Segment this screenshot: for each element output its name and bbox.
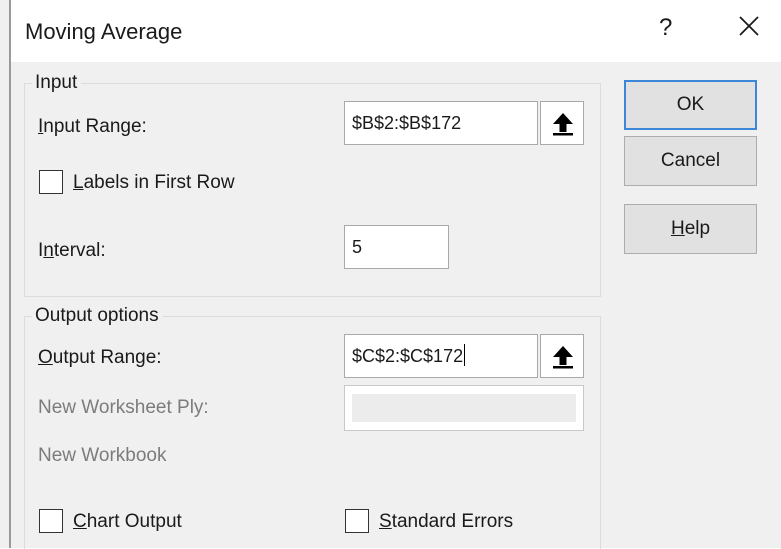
- close-icon[interactable]: [737, 14, 761, 38]
- output-range-selector-button[interactable]: [540, 334, 584, 378]
- new-workbook-label[interactable]: New Workbook: [38, 445, 166, 467]
- help-icon[interactable]: ?: [659, 14, 672, 42]
- dialog-title: Moving Average: [25, 19, 183, 44]
- title-bar: Moving Average ?: [11, 0, 781, 62]
- input-group-label: Input: [32, 72, 82, 94]
- arrow-up-icon: [553, 346, 573, 369]
- input-range-field[interactable]: $B$2:$B$172: [344, 101, 538, 145]
- chart-output-checkbox[interactable]: [39, 509, 63, 533]
- output-range-field[interactable]: $C$2:$C$172: [344, 334, 538, 378]
- interval-label: Interval:: [38, 240, 106, 261]
- chart-output-label[interactable]: Chart Output: [73, 511, 182, 533]
- arrow-up-icon: [553, 113, 573, 136]
- text-caret: [464, 344, 466, 366]
- standard-errors-label[interactable]: Standard Errors: [379, 511, 513, 533]
- new-worksheet-ply-label[interactable]: New Worksheet Ply:: [38, 397, 209, 419]
- labels-first-row-checkbox[interactable]: [39, 170, 63, 194]
- interval-field[interactable]: 5: [344, 225, 449, 269]
- labels-first-row-label[interactable]: Labels in First Row: [73, 172, 235, 194]
- input-range-label: Input Range:: [38, 116, 147, 137]
- moving-average-dialog: Moving Average ? Input Input Range: $B$2…: [0, 0, 781, 549]
- input-range-selector-button[interactable]: [540, 101, 584, 145]
- help-button[interactable]: Help: [624, 204, 757, 254]
- output-range-label: Output Range:: [38, 347, 162, 368]
- new-worksheet-ply-field: [344, 385, 584, 431]
- ok-button[interactable]: OK: [624, 80, 757, 130]
- cancel-button[interactable]: Cancel: [624, 136, 757, 186]
- window-edge: [9, 0, 11, 548]
- standard-errors-checkbox[interactable]: [345, 509, 369, 533]
- output-group-label: Output options: [32, 305, 163, 327]
- disabled-field-fill: [352, 394, 576, 422]
